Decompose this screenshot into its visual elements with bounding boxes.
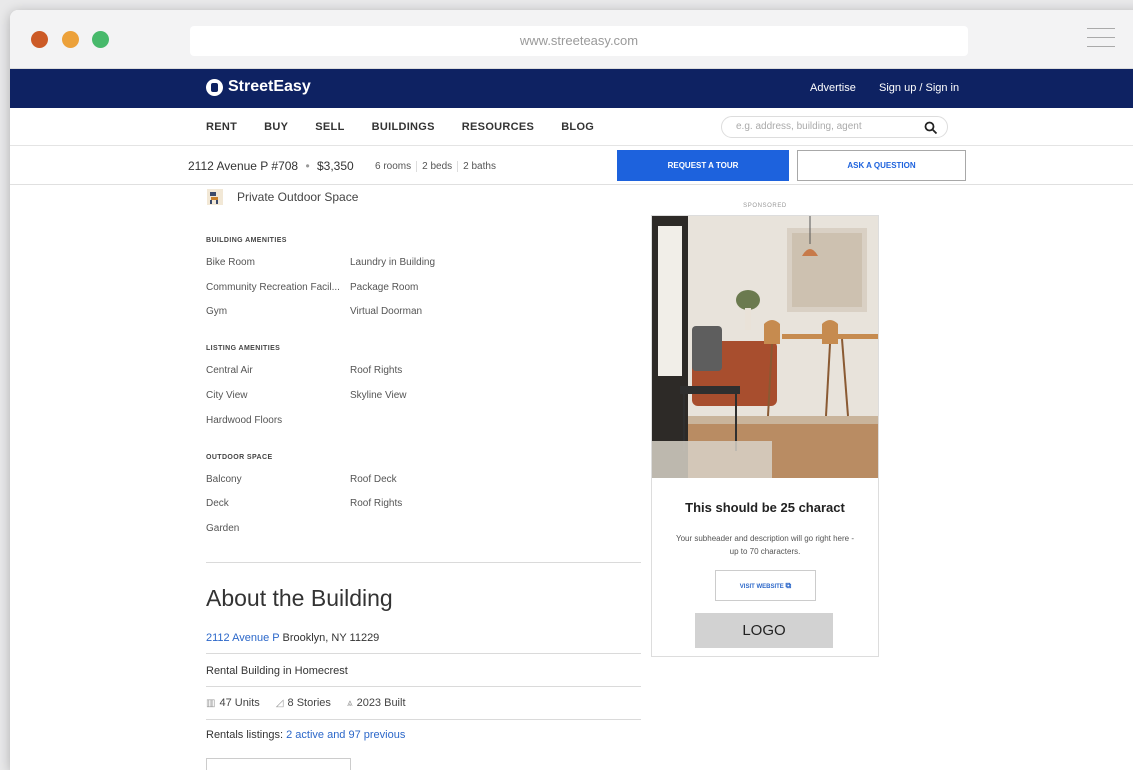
listing-bar: 2112 Avenue P #708 • $3,350 6 rooms 2 be… [10, 147, 1133, 185]
menu-buy[interactable]: BUY [264, 121, 288, 133]
row-divider [206, 719, 641, 720]
building-stats: ▥ 47 Units ◿ 8 Stories ⩓ 2023 Built [206, 697, 422, 709]
amenity-item: Virtual Doorman [350, 306, 423, 317]
listing-stats: 6 rooms 2 beds 2 baths [370, 161, 501, 172]
external-link-icon: ⧉ [785, 581, 792, 590]
main-content: Private Outdoor Space BUILDING AMENITIES… [10, 185, 1133, 770]
row-divider [206, 653, 641, 654]
built-year: 2023 Built [356, 697, 406, 709]
amenity-item: Central Air [206, 365, 253, 376]
amenity-item: Package Room [350, 282, 419, 293]
private-outdoor-label: Private Outdoor Space [237, 190, 359, 204]
maximize-window-button[interactable] [92, 31, 109, 48]
search-placeholder: e.g. address, building, agent [736, 121, 862, 132]
main-menu: RENT BUY SELL BUILDINGS RESOURCES BLOG e… [10, 108, 1133, 146]
menu-resources[interactable]: RESOURCES [462, 121, 534, 133]
built-year-icon: ⩓ [346, 697, 353, 709]
section-divider [206, 562, 641, 563]
building-type: Rental Building in Homecrest [206, 665, 348, 677]
minimize-window-button[interactable] [62, 31, 79, 48]
amenity-item: Deck [206, 498, 229, 509]
units-count: 47 Units [219, 697, 260, 709]
building-address: 2112 Avenue P Brooklyn, NY 11229 [206, 632, 379, 644]
sponsored-label: SPONSORED [743, 203, 787, 209]
rentals-label: Rentals listings: [206, 729, 284, 741]
address-bar[interactable]: www.streeteasy.com [190, 26, 968, 56]
listing-amenities-title: LISTING AMENITIES [206, 345, 281, 352]
about-building-heading: About the Building [206, 585, 393, 611]
sponsored-ad[interactable]: This should be 25 charact Your subheader… [651, 215, 879, 657]
listing-price: $3,350 [317, 159, 354, 173]
amenity-item: Roof Deck [350, 474, 397, 485]
ad-logo: LOGO [695, 613, 833, 648]
private-outdoor-row: Private Outdoor Space [207, 189, 358, 205]
amenity-item: Balcony [206, 474, 242, 485]
menu-rent[interactable]: RENT [206, 121, 237, 133]
amenity-item: Garden [206, 523, 240, 534]
rentals-listings: Rentals listings: 2 active and 97 previo… [206, 729, 405, 741]
building-city: Brooklyn, NY 11229 [282, 632, 380, 644]
search-icon[interactable] [924, 121, 938, 135]
amenity-item: Gym [206, 306, 228, 317]
amenity-item: City View [206, 390, 248, 401]
request-tour-button[interactable]: REQUEST A TOUR [617, 150, 789, 181]
partial-button[interactable] [206, 758, 351, 770]
beds-count: 2 beds [416, 161, 457, 172]
browser-window: www.streeteasy.com StreetEasy Advertise … [10, 10, 1133, 770]
amenity-item: Laundry in Building [350, 257, 436, 268]
building-amenities-title: BUILDING AMENITIES [206, 237, 287, 244]
menu-buildings[interactable]: BUILDINGS [372, 121, 435, 133]
amenity-item: Community Recreation Facil... [206, 282, 340, 293]
outdoor-bench-icon [207, 189, 223, 205]
advertise-link[interactable]: Advertise [810, 82, 856, 94]
ad-image[interactable] [652, 216, 878, 478]
listing-summary: 2112 Avenue P #708 • $3,350 [188, 159, 354, 173]
ad-headline: This should be 25 charact [685, 500, 845, 515]
menu-blog[interactable]: BLOG [561, 121, 594, 133]
building-street-link[interactable]: 2112 Avenue P [206, 632, 279, 644]
ask-question-button[interactable]: ASK A QUESTION [797, 150, 966, 181]
amenity-item: Skyline View [350, 390, 407, 401]
stories-count: 8 Stories [287, 697, 331, 709]
listing-address: 2112 Avenue P #708 [188, 159, 299, 173]
stories-icon: ◿ [275, 697, 284, 709]
living-room-photo [652, 216, 878, 478]
row-divider [206, 686, 641, 687]
amenity-item: Roof Rights [350, 498, 403, 509]
rentals-link[interactable]: 2 active and 97 previous [286, 729, 405, 741]
baths-count: 2 baths [457, 161, 501, 172]
signin-link[interactable]: Sign up / Sign in [879, 82, 959, 94]
streeteasy-logo-icon [206, 78, 223, 96]
brand-name: StreetEasy [228, 78, 311, 95]
browser-menu-icon[interactable] [1087, 28, 1115, 50]
streeteasy-logo[interactable]: StreetEasy [206, 78, 311, 96]
amenity-item: Hardwood Floors [206, 415, 283, 426]
browser-chrome: www.streeteasy.com [10, 10, 1133, 69]
ad-subheader: Your subheader and description will go r… [675, 534, 855, 556]
amenity-item: Roof Rights [350, 365, 403, 376]
building-units-icon: ▥ [206, 697, 216, 709]
menu-sell[interactable]: SELL [315, 121, 344, 133]
visit-website-label: VISIT WEBSITE [739, 584, 784, 590]
rooms-count: 6 rooms [375, 161, 412, 172]
visit-website-button[interactable]: VISIT WEBSITE ⧉ [715, 570, 816, 601]
top-nav: StreetEasy Advertise Sign up / Sign in [10, 69, 1133, 108]
search-input[interactable]: e.g. address, building, agent [721, 116, 948, 138]
outdoor-space-title: OUTDOOR SPACE [206, 454, 273, 461]
close-window-button[interactable] [31, 31, 48, 48]
amenity-item: Bike Room [206, 257, 255, 268]
